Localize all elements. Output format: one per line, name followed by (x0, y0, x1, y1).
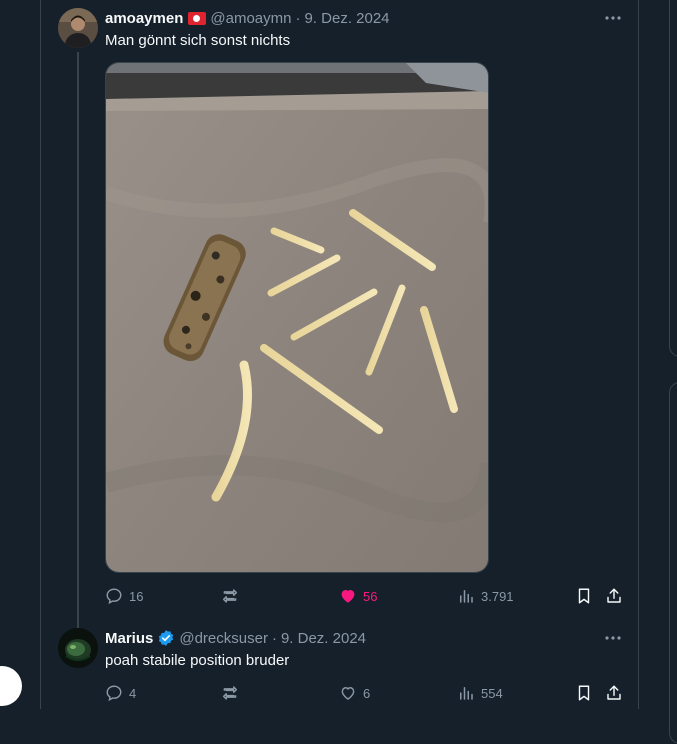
reply-button[interactable]: 4 (105, 683, 136, 703)
tweet-text: Man gönnt sich sonst nichts (105, 32, 291, 49)
separator: · (271, 629, 277, 647)
view-count: 3.791 (481, 588, 514, 604)
more-icon (605, 636, 621, 640)
bookmark-button[interactable] (575, 586, 593, 606)
more-options-button[interactable] (603, 8, 623, 28)
tweet-header: amoaymen @amoaymn · 9. Dez. 2024 (105, 8, 390, 28)
bookmark-icon (578, 685, 590, 701)
avatar[interactable] (58, 628, 98, 668)
share-button[interactable] (605, 586, 623, 606)
reply-count: 16 (129, 588, 144, 604)
floating-button[interactable] (0, 666, 22, 706)
share-icon (607, 588, 621, 603)
heart-filled-icon (341, 590, 355, 603)
reply-icon (106, 685, 122, 702)
more-options-button[interactable] (603, 628, 623, 648)
like-button[interactable]: 6 (339, 683, 370, 703)
tweet-text: poah stabile position bruder (105, 652, 290, 669)
display-name[interactable]: amoaymen (105, 10, 183, 27)
timeline-left-border (40, 0, 41, 709)
like-button[interactable]: 56 (339, 586, 377, 606)
retweet-icon (222, 686, 238, 700)
user-handle[interactable]: @drecksuser (179, 630, 268, 647)
sidebar-panel (669, 0, 677, 357)
share-icon (607, 685, 621, 700)
retweet-button[interactable] (220, 683, 246, 703)
heart-icon (341, 687, 355, 700)
reply-button[interactable]: 16 (105, 586, 143, 606)
avatar[interactable] (58, 8, 98, 48)
tunisia-flag-icon (188, 11, 207, 25)
like-count: 6 (363, 685, 371, 701)
analytics-icon (460, 687, 473, 700)
tweet-actions: 4 6 554 (105, 683, 625, 703)
like-count: 56 (363, 588, 378, 604)
timestamp[interactable]: 9. Dez. 2024 (281, 630, 366, 647)
user-handle[interactable]: @amoaymn (210, 10, 291, 27)
timeline-right-border (638, 0, 639, 709)
reply-count: 4 (129, 685, 137, 701)
sidebar-panel (669, 382, 677, 744)
tweet-actions: 16 56 3.791 (105, 586, 625, 606)
more-icon (605, 16, 621, 20)
tweet-header: Marius @drecksuser · 9. Dez. 2024 (105, 628, 366, 648)
verified-badge-icon (157, 629, 175, 647)
display-name[interactable]: Marius (105, 630, 153, 647)
bookmark-icon (578, 588, 590, 604)
analytics-icon (460, 590, 473, 603)
bookmark-button[interactable] (575, 683, 593, 703)
separator: · (295, 9, 301, 27)
thread-connector-line (77, 52, 79, 628)
views-button[interactable]: 554 (457, 683, 503, 703)
food-photo-image (106, 63, 488, 572)
share-button[interactable] (605, 683, 623, 703)
timestamp[interactable]: 9. Dez. 2024 (304, 10, 389, 27)
view-count: 554 (481, 685, 503, 701)
retweet-button[interactable] (220, 586, 246, 606)
retweet-icon (222, 589, 238, 603)
views-button[interactable]: 3.791 (457, 586, 514, 606)
reply-icon (106, 588, 122, 605)
tweet-photo[interactable] (105, 62, 489, 573)
